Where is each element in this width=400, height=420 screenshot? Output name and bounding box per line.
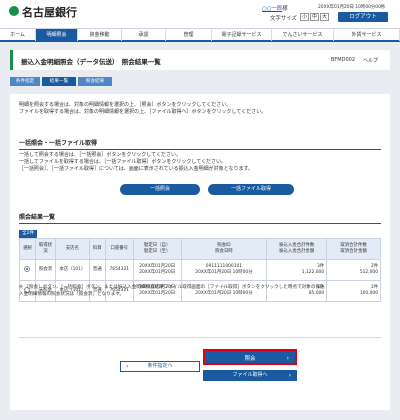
chevron-right-icon: › xyxy=(286,355,289,362)
inquiry-button-label: 照会 xyxy=(244,356,256,362)
last-login: 20XX年01月20日 10時00分00秒 xyxy=(318,5,386,10)
row-account: 7654321 xyxy=(104,259,134,281)
col-branch: 支店名 xyxy=(54,238,90,260)
file-download-button[interactable]: ファイル取得へ › xyxy=(203,370,297,381)
row-total-amount: 1,122,000 xyxy=(301,270,325,275)
file-button-label: ファイル取得へ xyxy=(232,372,268,378)
notice: ※ ［照会］ボタン、［一括照会］ボタン、または振込入金明細照会結果ファイル取得画… xyxy=(19,284,381,298)
font-medium-button[interactable]: 中 xyxy=(310,13,319,21)
logout-button[interactable]: ログアウト xyxy=(338,12,388,22)
nav-item-7[interactable]: 外貨サービス xyxy=(334,29,400,41)
title-bar: 振込入金明細照会（データ伝送） 照会結果一覧 BFMD002 ヘルプ xyxy=(10,50,390,70)
step-result-list: 結果一覧 xyxy=(42,77,76,86)
bulk-line-3: ［一括照会］、［一括ファイル取得］については、画面に表示されている振込入金明細が… xyxy=(19,166,253,172)
help-link[interactable]: ヘルプ xyxy=(363,57,378,64)
results-heading: 照会結果一覧 xyxy=(19,212,381,224)
nav-item-4[interactable]: 管理 xyxy=(166,29,212,41)
row-cancel: 2件 512,000 xyxy=(326,259,381,281)
user-suffix: 様 xyxy=(282,6,288,12)
back-button-label: 条件指定へ xyxy=(147,363,173,369)
col-inquiry: 照会ID 照会日時 xyxy=(180,238,268,260)
col-date-to: 勘定日（至） xyxy=(143,249,171,254)
notice-line-2: 入金明細情報の照会状況は「照会済」となります。 xyxy=(19,292,125,297)
row-select[interactable] xyxy=(19,259,36,281)
row-status: 照会済 xyxy=(34,259,56,281)
intro-text: 明細を照会する場合は、対象の明細情報を選択の上、［照会］ボタンをクリックしてくだ… xyxy=(19,102,381,116)
font-size-label: 文字サイズ xyxy=(270,16,297,22)
user-name-link[interactable]: ○○一郎 xyxy=(262,6,282,12)
col-total: 振込入金合計件数 振込入金合計金額 xyxy=(266,238,328,260)
nav-item-6[interactable]: でんさいサービス xyxy=(272,29,334,41)
nav-item-3[interactable]: 承認 xyxy=(122,29,166,41)
back-button[interactable]: ‹ 条件指定へ xyxy=(120,361,200,372)
bank-name: 名古屋銀行 xyxy=(22,6,77,19)
nav-item-0[interactable]: ホーム xyxy=(0,29,36,41)
col-total-amount: 振込入金合計金額 xyxy=(279,249,315,254)
row-inquiry-datetime: 20XX年01月20日 10時00分 xyxy=(195,270,253,275)
main-panel: 明細を照会する場合は、対象の明細情報を選択の上、［照会］ボタンをクリックしてくだ… xyxy=(10,94,390,410)
chevron-left-icon: ‹ xyxy=(126,363,129,370)
row-radio[interactable] xyxy=(24,265,31,272)
header: 名古屋銀行 ○○一郎様 20XX年01月20日 10時00分00秒 文字サイズ … xyxy=(0,0,400,28)
font-large-button[interactable]: 大 xyxy=(320,13,329,21)
chevron-right-icon: › xyxy=(288,372,291,379)
row-inquiry: 0911111000101 20XX年01月20日 10時00分 xyxy=(180,259,268,281)
nav-item-1[interactable]: 明細照会 xyxy=(36,29,78,41)
row-branch: 本店（101） xyxy=(54,259,90,281)
bulk-inquiry-button[interactable]: 一括照会 xyxy=(120,184,200,195)
bulk-line-1: 一括して照会する場合は、［一括照会］ボタンをクリックしてください。 xyxy=(19,152,182,158)
col-status: 取得状況 xyxy=(34,238,56,260)
table-row[interactable]: 照会済 本店（101） 普通 7654321 20XX年01月20日 20XX年01月20… xyxy=(19,259,381,281)
page-title: 振込入金明細照会（データ伝送） 照会結果一覧 xyxy=(21,58,161,66)
bank-logo-icon xyxy=(9,6,19,16)
row-total: 3件 1,122,000 xyxy=(266,259,328,281)
intro-line-1: 明細を照会する場合は、対象の明細情報を選択の上、［照会］ボタンをクリックしてくだ… xyxy=(19,102,232,108)
result-count-tab: 全2件 xyxy=(19,230,37,238)
user-name: ○○一郎様 xyxy=(262,4,288,12)
col-subject: 科目 xyxy=(88,238,106,260)
bulk-line-2: 一括してファイルを取得する場合は、［一括ファイル取得］ボタンをクリックしてくださ… xyxy=(19,159,227,165)
col-inquiry-datetime: 照会日時 xyxy=(215,249,233,254)
col-select: 選択 xyxy=(19,238,36,260)
col-cancel: 取消合計件数 取消合計金額 xyxy=(326,238,381,260)
bulk-text: 一括して照会する場合は、［一括照会］ボタンをクリックしてください。 一括してファ… xyxy=(19,152,381,173)
row-date-to: 20XX年01月20日 xyxy=(139,270,176,275)
row-subject: 普通 xyxy=(88,259,106,281)
divider xyxy=(19,337,381,338)
col-cancel-amount: 取消合計金額 xyxy=(340,249,367,254)
col-account: 口座番号 xyxy=(104,238,134,260)
font-small-button[interactable]: 小 xyxy=(300,13,309,21)
row-date: 20XX年01月20日 20XX年01月20日 xyxy=(132,259,182,281)
col-date: 勘定日（自） 勘定日（至） xyxy=(132,238,182,260)
intro-line-2: ファイルを取得する場合は、対象の明細情報を選択の上、［ファイル取得へ］ボタンをク… xyxy=(19,109,267,115)
nav-item-2[interactable]: 資金移動 xyxy=(78,29,122,41)
step-condition: 条件指定 xyxy=(10,77,40,86)
notice-line-1: ※ ［照会］ボタン、［一括照会］ボタン、または振込入金明細照会結果ファイル取得画… xyxy=(19,285,325,290)
row-cancel-amount: 512,000 xyxy=(359,270,378,275)
step-result: 照会結果 xyxy=(78,77,112,86)
bulk-file-button[interactable]: 一括ファイル取得 xyxy=(208,184,294,195)
inquiry-button[interactable]: 照会 › xyxy=(203,349,297,365)
screen-code: BFMD002 xyxy=(331,57,356,63)
bulk-heading: 一括照会・一括ファイル取得 xyxy=(19,138,381,150)
main-nav: ホーム 明細照会 資金移動 承認 管理 電子記録サービス でんさいサービス 外貨サービス xyxy=(0,28,400,42)
nav-item-5[interactable]: 電子記録サービス xyxy=(212,29,272,41)
